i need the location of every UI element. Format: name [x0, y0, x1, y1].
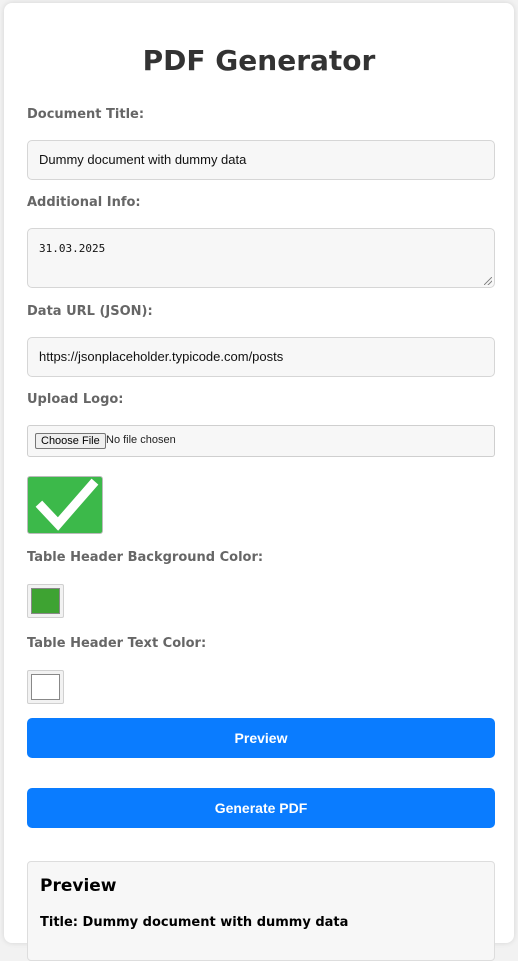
preview-heading: Preview	[40, 876, 117, 896]
additional-info-label: Additional Info:	[27, 195, 141, 210]
header-bg-color-label: Table Header Background Color:	[27, 550, 264, 565]
choose-file-button[interactable]: Choose File	[35, 433, 106, 449]
data-url-input[interactable]: https://jsonplaceholder.typicode.com/pos…	[27, 337, 495, 377]
logo-file-input[interactable]: Choose File No file chosen	[27, 425, 495, 457]
additional-info-text: 31.03.2025	[39, 242, 106, 255]
header-bg-color-picker[interactable]	[27, 584, 64, 618]
checkmark-icon	[35, 478, 99, 531]
preview-title-line: Title: Dummy document with dummy data	[40, 915, 349, 930]
page-title: PDF Generator	[142, 44, 376, 77]
preview-button[interactable]: Preview	[27, 718, 495, 758]
header-bg-color-swatch	[31, 588, 60, 614]
generate-pdf-button[interactable]: Generate PDF	[27, 788, 495, 828]
logo-preview-image	[27, 476, 103, 534]
header-text-color-picker[interactable]	[27, 670, 64, 704]
resize-grip-icon[interactable]	[484, 277, 492, 285]
header-text-color-swatch	[31, 674, 60, 700]
upload-logo-label: Upload Logo:	[27, 392, 124, 407]
additional-info-textarea[interactable]: 31.03.2025	[27, 228, 495, 288]
preview-panel: Preview Title: Dummy document with dummy…	[27, 861, 495, 961]
data-url-label: Data URL (JSON):	[27, 304, 153, 319]
document-title-input[interactable]: Dummy document with dummy data	[27, 140, 495, 180]
header-text-color-label: Table Header Text Color:	[27, 636, 207, 651]
document-title-label: Document Title:	[27, 107, 145, 122]
file-status-text: No file chosen	[106, 434, 176, 446]
